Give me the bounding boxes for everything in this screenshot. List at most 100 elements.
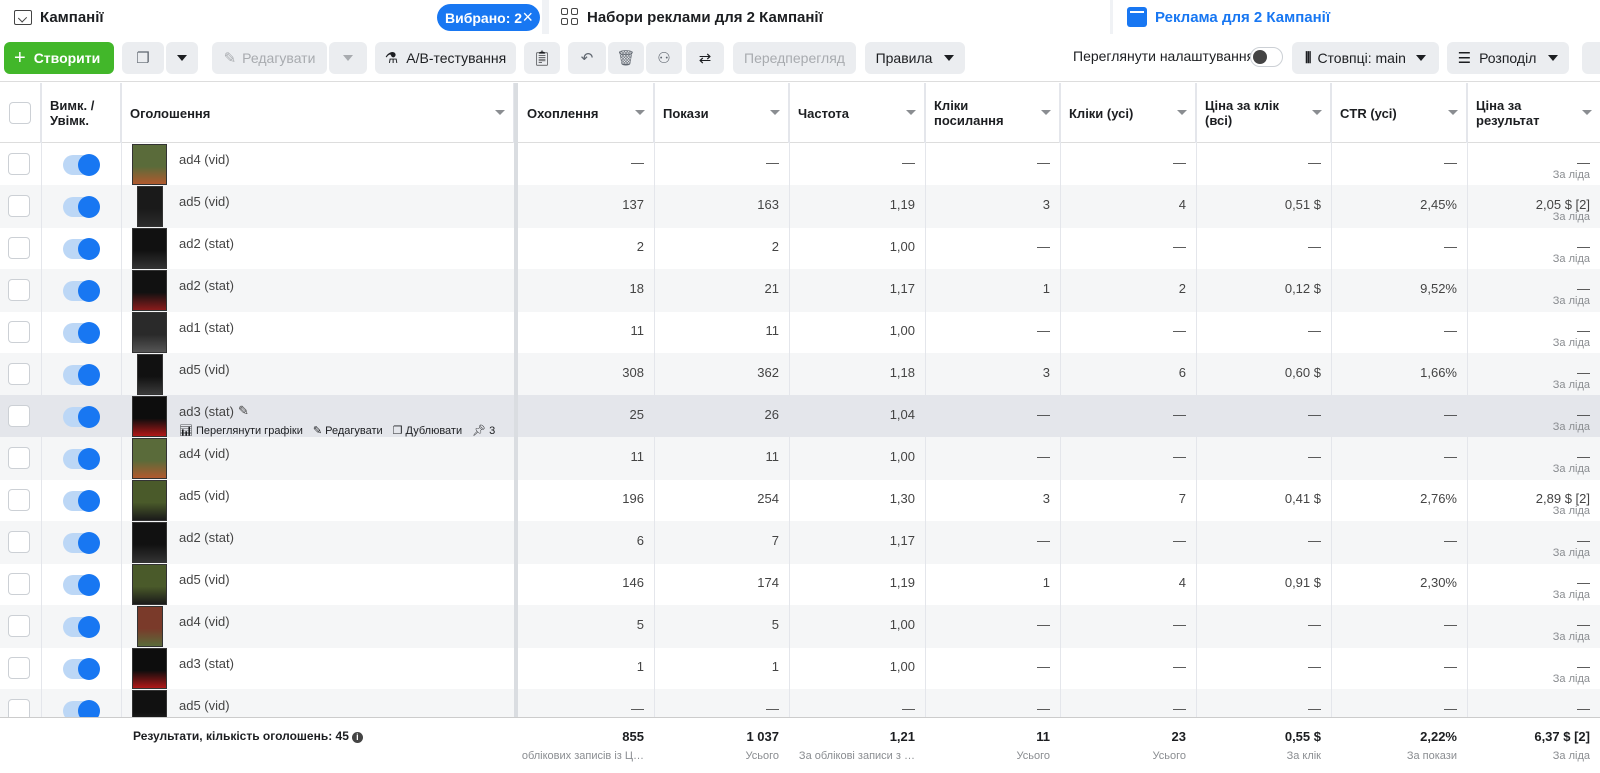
ad-name[interactable]: ad2 (stat) (179, 530, 234, 545)
ad-status-toggle[interactable] (63, 364, 100, 386)
row-checkbox[interactable] (8, 321, 30, 343)
col-ctr-header[interactable]: CTR (усі) (1331, 83, 1467, 143)
ad-thumbnail[interactable] (132, 438, 167, 479)
sort-icon[interactable] (1041, 110, 1051, 115)
ad-name[interactable]: ad5 (vid) (179, 572, 230, 587)
table-row[interactable]: ad2 (stat) 18 21 1,17 1 2 0,12 $ 9,52% — За ліда (0, 269, 1600, 312)
edit-dropdown[interactable] (329, 42, 367, 74)
col-cpc-header[interactable]: Ціна за клік (всі) (1196, 83, 1331, 143)
ad-name[interactable]: ad5 (vid) (179, 488, 230, 503)
ad-thumbnail[interactable] (132, 480, 167, 521)
ad-thumbnail[interactable] (132, 690, 167, 717)
ad-status-toggle[interactable] (63, 532, 100, 554)
table-row[interactable]: ad5 (vid) 146 174 1,19 1 4 0,91 $ 2,30% — За ліда (0, 563, 1600, 606)
table-row[interactable]: ad2 (stat) 6 7 1,17— — — — — За ліда (0, 521, 1600, 564)
table-row[interactable]: ad5 (vid) 196 254 1,30 3 7 0,41 $ 2,76% 2,89 $ [… (0, 479, 1600, 522)
duplicate-dropdown[interactable] (166, 42, 198, 74)
col-link-clicks-header[interactable]: Кліки посилання (925, 83, 1060, 143)
select-all-checkbox[interactable] (9, 102, 31, 124)
ad-name[interactable]: ad4 (vid) (179, 446, 230, 461)
table-row[interactable]: ad1 (stat) 11 11 1,00— — — — — За ліда (0, 311, 1600, 354)
ad-status-toggle[interactable] (63, 700, 100, 717)
ad-status-toggle[interactable] (63, 574, 100, 596)
compare-button[interactable]: ⇄ (686, 42, 724, 74)
duplicate-link[interactable]: ❐ Дублювати (393, 425, 462, 437)
row-checkbox[interactable] (8, 363, 30, 385)
ad-thumbnail[interactable] (132, 396, 167, 437)
ad-status-toggle[interactable] (63, 322, 100, 344)
sort-icon[interactable] (1177, 110, 1187, 115)
ad-name[interactable]: ad3 (stat) (179, 404, 234, 419)
table-row[interactable]: ad5 (vid) 137 163 1,19 3 4 0,51 $ 2,45% 2,05 $ [… (0, 185, 1600, 228)
ad-thumbnail[interactable] (137, 186, 163, 227)
ad-name[interactable]: ad5 (vid) (179, 194, 230, 209)
delete-button[interactable]: 🗑︎ (608, 42, 644, 74)
ad-thumbnail[interactable] (132, 144, 167, 185)
col-clicks-all-header[interactable]: Кліки (усі) (1060, 83, 1196, 143)
sort-icon[interactable] (635, 110, 645, 115)
rules-dropdown[interactable]: Правила (865, 42, 965, 74)
sort-icon[interactable] (906, 110, 916, 115)
ad-thumbnail[interactable] (137, 354, 163, 395)
ad-status-toggle[interactable] (63, 448, 100, 470)
ad-thumbnail[interactable] (132, 228, 167, 269)
ad-name[interactable]: ad3 (stat) (179, 656, 234, 671)
rename-pencil-icon[interactable]: ✎ (238, 403, 249, 419)
info-icon[interactable]: i (351, 732, 363, 743)
preview-button[interactable]: Передперегляд (733, 42, 856, 74)
ad-status-toggle[interactable] (63, 658, 100, 680)
view-charts-link[interactable]: 📊︎ Переглянути графіки (179, 425, 303, 437)
sort-icon[interactable] (1312, 110, 1322, 115)
table-row[interactable]: ad4 (vid) 5 5 1,00— — — — — За ліда (0, 605, 1600, 648)
ad-thumbnail[interactable] (132, 312, 167, 353)
ad-thumbnail[interactable] (132, 270, 167, 311)
undo-button[interactable]: ↶ (568, 42, 606, 74)
edit-button[interactable]: ✎ Редагувати (212, 42, 327, 74)
col-toggle-header[interactable]: Вимк. / Увімк. (41, 83, 121, 143)
ad-name[interactable]: ad5 (vid) (179, 698, 230, 713)
row-checkbox[interactable] (8, 447, 30, 469)
row-checkbox[interactable] (8, 699, 30, 717)
ad-status-toggle[interactable] (63, 196, 100, 218)
sort-icon[interactable] (1582, 110, 1592, 115)
ab-test-button[interactable]: ⚗ A/B-тестування (375, 42, 516, 74)
row-checkbox[interactable] (8, 279, 30, 301)
col-reach-header[interactable]: Охоплення (518, 83, 654, 143)
view-settings-toggle[interactable] (1250, 47, 1283, 67)
tab-adsets[interactable]: Набори реклами для 2 Кампанії (549, 0, 1110, 34)
sort-icon[interactable] (495, 110, 505, 115)
create-button[interactable]: + Створити (4, 42, 114, 74)
col-impressions-header[interactable]: Покази (654, 83, 789, 143)
ad-name[interactable]: ad4 (vid) (179, 152, 230, 167)
row-checkbox[interactable] (8, 615, 30, 637)
col-frequency-header[interactable]: Частота (789, 83, 925, 143)
row-checkbox[interactable] (8, 531, 30, 553)
col-cost-per-result-header[interactable]: Ціна за результат (1467, 83, 1600, 143)
table-row[interactable]: ad2 (stat) 2 2 1,00— — — — — За ліда (0, 227, 1600, 270)
more-button[interactable] (1582, 42, 1600, 74)
ad-status-toggle[interactable] (63, 154, 100, 176)
sort-icon[interactable] (770, 110, 780, 115)
columns-dropdown[interactable]: ⫴ Стовпці: main (1292, 42, 1439, 74)
breakdown-dropdown[interactable]: ☰ Розподіл (1447, 42, 1569, 74)
ad-name[interactable]: ad4 (vid) (179, 614, 230, 629)
row-checkbox[interactable] (8, 237, 30, 259)
ad-status-toggle[interactable] (63, 238, 100, 260)
clear-selection-icon[interactable]: × (522, 7, 533, 28)
table-row[interactable]: ad3 (stat) 1 1 1,00— — — — — За ліда (0, 647, 1600, 690)
ad-thumbnail[interactable] (132, 522, 167, 563)
row-checkbox[interactable] (8, 489, 30, 511)
ad-name[interactable]: ad2 (stat) (179, 278, 234, 293)
selected-count-badge[interactable]: Вибрано: 2 × (437, 4, 540, 31)
edit-link[interactable]: ✎ Редагувати (313, 425, 383, 437)
ad-thumbnail[interactable] (132, 564, 167, 605)
ad-name[interactable]: ad5 (vid) (179, 362, 230, 377)
audience-button[interactable]: ⚇ (646, 42, 682, 74)
duplicate-button[interactable]: ❐ (122, 42, 164, 74)
col-ad-header[interactable]: Оголошення (121, 83, 514, 143)
tab-ads[interactable]: Реклама для 2 Кампанії (1113, 0, 1600, 34)
row-checkbox[interactable] (8, 405, 30, 427)
row-checkbox[interactable] (8, 195, 30, 217)
frozen-column-divider[interactable] (514, 83, 518, 773)
clipboard-button[interactable]: 📋︎ (524, 42, 560, 74)
